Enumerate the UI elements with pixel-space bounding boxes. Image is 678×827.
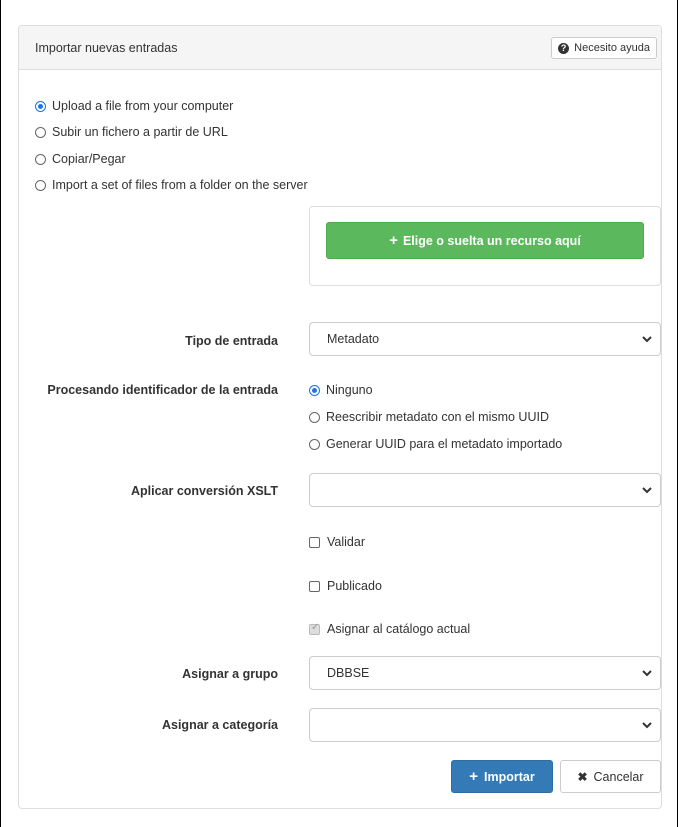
radio-uuid-overwrite[interactable] <box>309 411 320 423</box>
import-mode-url[interactable]: Subir un fichero a partir de URL <box>35 125 228 139</box>
choose-file-button[interactable]: + Elige o suelta un recurso aquí <box>326 222 644 259</box>
choose-file-label: Elige o suelta un recurso aquí <box>402 233 581 248</box>
chevron-down-icon <box>642 670 652 677</box>
panel-heading: Importar nuevas entradas ? Necesito ayud… <box>19 26 661 70</box>
radio-label: Subir un fichero a partir de URL <box>52 125 228 139</box>
radio-uuid-generate[interactable] <box>309 438 320 450</box>
import-mode-paste[interactable]: Copiar/Pegar <box>35 152 126 166</box>
radio-label: Reescribir metadato con el mismo UUID <box>326 410 549 424</box>
help-button[interactable]: ? Necesito ayuda <box>551 37 657 59</box>
plus-icon: + <box>389 232 398 249</box>
category-select[interactable] <box>309 708 661 742</box>
uuid-option-overwrite[interactable]: Reescribir metadato con el mismo UUID <box>309 410 549 424</box>
validate-checkbox-row[interactable]: Validar <box>309 535 365 549</box>
group-label: Asignar a grupo <box>182 667 278 681</box>
cancel-button[interactable]: ✖ Cancelar <box>560 760 661 793</box>
question-circle-icon: ? <box>558 42 570 54</box>
import-panel: Importar nuevas entradas ? Necesito ayud… <box>18 25 662 809</box>
radio-label: Import a set of files from a folder on t… <box>52 178 308 192</box>
published-checkbox-row[interactable]: Publicado <box>309 579 382 593</box>
xslt-select[interactable] <box>309 473 661 507</box>
record-type-select[interactable]: Metadato <box>309 322 661 356</box>
group-select[interactable]: DBBSE <box>309 656 661 690</box>
validate-label: Validar <box>327 535 365 549</box>
uuid-option-none[interactable]: Ninguno <box>309 383 373 397</box>
cancel-button-label: Cancelar <box>593 769 644 784</box>
record-type-value: Metadato <box>327 332 380 346</box>
chevron-down-icon <box>642 487 652 494</box>
record-type-label: Tipo de entrada <box>185 334 278 348</box>
radio-label: Ninguno <box>326 383 373 397</box>
radio-server-folder[interactable] <box>35 179 46 191</box>
xslt-label: Aplicar conversión XSLT <box>130 484 278 498</box>
import-button[interactable]: + Importar <box>451 760 553 793</box>
chevron-down-icon <box>642 722 652 729</box>
radio-paste[interactable] <box>35 153 46 165</box>
category-label: Asignar a categoría <box>161 718 278 732</box>
radio-label: Generar UUID para el metadato importado <box>326 437 563 451</box>
import-mode-server-folder[interactable]: Import a set of files from a folder on t… <box>35 178 308 192</box>
help-button-label: Necesito ayuda <box>574 42 650 54</box>
import-button-label: Importar <box>484 769 535 784</box>
radio-url[interactable] <box>35 126 46 138</box>
group-value: DBBSE <box>327 666 370 680</box>
panel-title: Importar nuevas entradas <box>35 41 178 55</box>
radio-label: Copiar/Pegar <box>52 152 126 166</box>
assign-catalog-label: Asignar al catálogo actual <box>327 622 471 636</box>
uuid-processing-label: Procesando identificador de la entrada <box>47 383 278 397</box>
published-checkbox[interactable] <box>309 580 320 592</box>
radio-uuid-none[interactable] <box>309 384 320 396</box>
import-mode-upload[interactable]: Upload a file from your computer <box>35 99 233 113</box>
close-icon: ✖ <box>577 769 588 784</box>
assign-catalog-checkbox <box>309 622 320 635</box>
assign-catalog-checkbox-row: Asignar al catálogo actual <box>309 622 470 636</box>
published-label: Publicado <box>327 579 382 593</box>
file-dropzone[interactable]: + Elige o suelta un recurso aquí <box>309 206 661 286</box>
window-border-left <box>0 0 1 827</box>
validate-checkbox[interactable] <box>309 536 320 548</box>
plus-icon: + <box>469 768 479 785</box>
chevron-down-icon <box>642 336 652 343</box>
radio-label: Upload a file from your computer <box>52 99 234 113</box>
radio-upload[interactable] <box>35 100 46 112</box>
uuid-option-generate[interactable]: Generar UUID para el metadato importado <box>309 437 562 451</box>
